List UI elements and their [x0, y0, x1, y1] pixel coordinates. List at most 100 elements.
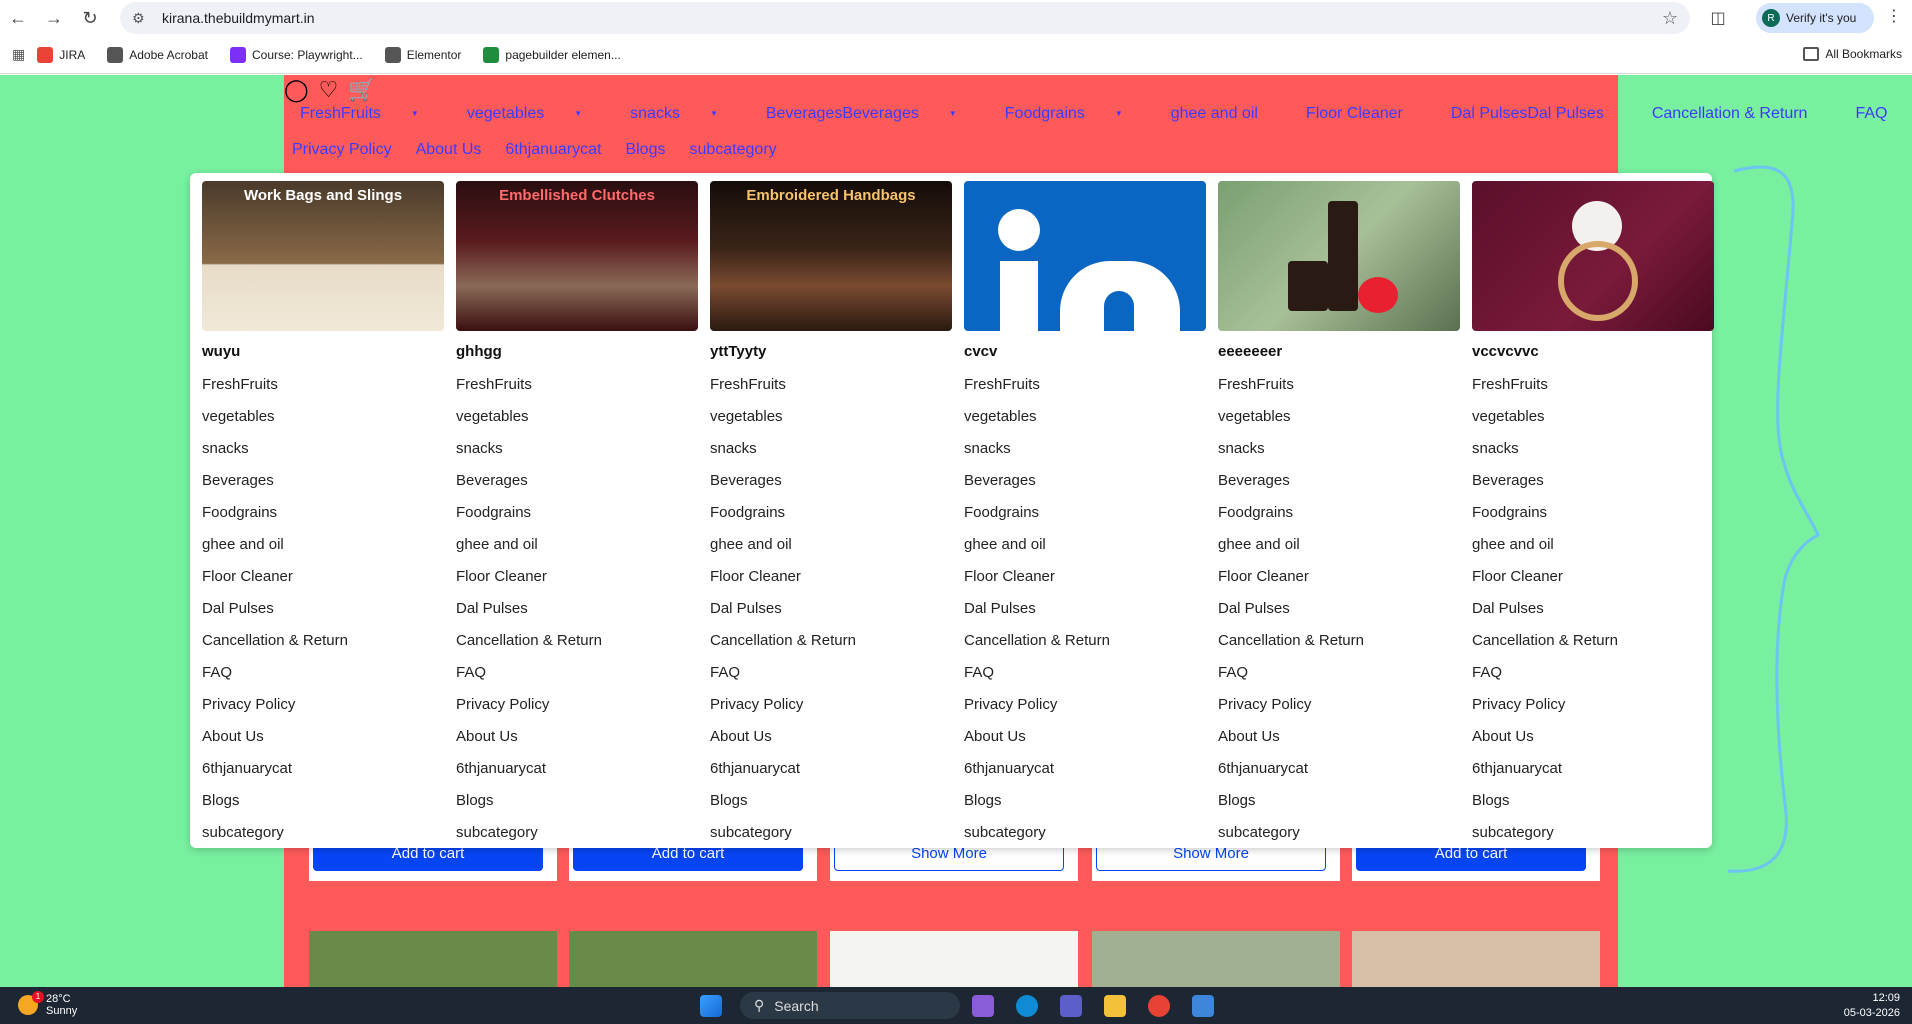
forward-icon[interactable]: → [36, 0, 72, 36]
mega-menu-item[interactable]: snacks [1472, 433, 1714, 465]
mega-menu-item[interactable]: Cancellation & Return [1472, 625, 1714, 657]
mega-menu-item[interactable]: Blogs [964, 785, 1206, 817]
mega-menu-item[interactable]: Cancellation & Return [964, 625, 1206, 657]
mega-menu-item[interactable]: snacks [202, 433, 444, 465]
mega-menu-item[interactable]: ghee and oil [1472, 529, 1714, 561]
system-clock[interactable]: 12:09 05-03-2026 [1844, 991, 1900, 1021]
mega-menu-item[interactable]: Privacy Policy [710, 689, 952, 721]
mega-menu-item[interactable]: Floor Cleaner [456, 561, 698, 593]
mega-menu-item[interactable]: vegetables [1218, 401, 1460, 433]
nav-link[interactable]: FreshFruits ▼ [300, 105, 443, 123]
mega-menu-item[interactable]: 6thjanuarycat [202, 753, 444, 785]
mega-menu-item[interactable]: Blogs [710, 785, 952, 817]
mega-menu-item[interactable]: ghee and oil [202, 529, 444, 561]
mega-menu-item[interactable]: Floor Cleaner [710, 561, 952, 593]
mega-menu-item[interactable]: Privacy Policy [456, 689, 698, 721]
mega-menu-item[interactable]: 6thjanuarycat [1218, 753, 1460, 785]
bookmark-item[interactable]: Elementor [384, 46, 461, 63]
category-image[interactable]: Work Bags and Slings [202, 181, 444, 331]
mega-menu-item[interactable]: 6thjanuarycat [456, 753, 698, 785]
mega-menu-item[interactable]: Dal Pulses [456, 593, 698, 625]
mega-menu-item[interactable]: Blogs [1472, 785, 1714, 817]
mega-menu-item[interactable]: Blogs [1218, 785, 1460, 817]
mega-menu-item[interactable]: Beverages [964, 465, 1206, 497]
mega-menu-item[interactable]: vegetables [964, 401, 1206, 433]
nav-link[interactable]: snacks ▼ [630, 105, 742, 123]
windows-start-icon[interactable] [700, 995, 722, 1017]
category-image[interactable] [1472, 181, 1714, 331]
heart-icon[interactable]: ♡ [319, 77, 339, 103]
notepad-icon[interactable] [1192, 995, 1214, 1017]
nav-link[interactable]: Foodgrains ▼ [1005, 105, 1147, 123]
mega-menu-item[interactable]: Floor Cleaner [202, 561, 444, 593]
mega-menu-item[interactable]: About Us [1472, 721, 1714, 753]
mega-menu-item[interactable]: ghee and oil [964, 529, 1206, 561]
apps-grid-icon[interactable]: ▦ [12, 46, 25, 63]
mega-menu-item[interactable]: Foodgrains [1218, 497, 1460, 529]
mega-menu-item[interactable]: Beverages [202, 465, 444, 497]
all-bookmarks-button[interactable]: All Bookmarks [1803, 47, 1902, 61]
extensions-icon[interactable]: ◫ [1706, 6, 1730, 30]
nav-link[interactable]: Dal PulsesDal Pulses [1451, 105, 1628, 123]
column-title[interactable]: vccvcvvc [1472, 343, 1714, 369]
nav-link[interactable]: FAQ [1855, 105, 1911, 123]
mega-menu-item[interactable]: vegetables [710, 401, 952, 433]
mega-menu-item[interactable]: Foodgrains [202, 497, 444, 529]
mega-menu-item[interactable]: Floor Cleaner [964, 561, 1206, 593]
product-image[interactable] [569, 931, 817, 987]
mega-menu-item[interactable]: Foodgrains [456, 497, 698, 529]
column-title[interactable]: ghhgg [456, 343, 698, 369]
site-settings-icon[interactable]: ⚙ [132, 10, 152, 27]
mega-menu-item[interactable]: Foodgrains [1472, 497, 1714, 529]
category-image[interactable]: Embellished Clutches [456, 181, 698, 331]
mega-menu-item[interactable]: Dal Pulses [710, 593, 952, 625]
column-title[interactable]: yttTyyty [710, 343, 952, 369]
copilot-icon[interactable] [972, 995, 994, 1017]
mega-menu-item[interactable]: About Us [710, 721, 952, 753]
mega-menu-item[interactable]: snacks [964, 433, 1206, 465]
mega-menu-item[interactable]: Privacy Policy [1218, 689, 1460, 721]
mega-menu-item[interactable]: snacks [1218, 433, 1460, 465]
column-title[interactable]: cvcv [964, 343, 1206, 369]
mega-menu-item[interactable]: FreshFruits [456, 369, 698, 401]
mega-menu-item[interactable]: Foodgrains [964, 497, 1206, 529]
reload-icon[interactable]: ↻ [72, 0, 108, 36]
nav-link[interactable]: Cancellation & Return [1652, 105, 1832, 123]
category-image[interactable] [964, 181, 1206, 331]
mega-menu-item[interactable]: 6thjanuarycat [710, 753, 952, 785]
nav-link[interactable]: 6thjanuarycat [505, 141, 601, 159]
mega-menu-item[interactable]: subcategory [1218, 817, 1460, 849]
mega-menu-item[interactable]: Cancellation & Return [710, 625, 952, 657]
mega-menu-item[interactable]: Privacy Policy [964, 689, 1206, 721]
mega-menu-item[interactable]: Floor Cleaner [1218, 561, 1460, 593]
mega-menu-item[interactable]: About Us [1218, 721, 1460, 753]
file-explorer-icon[interactable] [1104, 995, 1126, 1017]
mega-menu-item[interactable]: subcategory [964, 817, 1206, 849]
product-image[interactable] [830, 931, 1078, 987]
column-title[interactable]: eeeeeeer [1218, 343, 1460, 369]
nav-link[interactable]: Floor Cleaner [1306, 105, 1427, 123]
category-image[interactable] [1218, 181, 1460, 331]
bookmark-item[interactable]: Course: Playwright... [229, 46, 363, 63]
mega-menu-item[interactable]: vegetables [456, 401, 698, 433]
mega-menu-item[interactable]: FAQ [710, 657, 952, 689]
mega-menu-item[interactable]: FAQ [1472, 657, 1714, 689]
mega-menu-item[interactable]: vegetables [202, 401, 444, 433]
mega-menu-item[interactable]: Blogs [456, 785, 698, 817]
bookmark-star-icon[interactable]: ☆ [1662, 8, 1678, 29]
url-text[interactable]: kirana.thebuildmymart.in [162, 10, 315, 26]
bookmark-item[interactable]: Adobe Acrobat [107, 46, 208, 63]
mega-menu-item[interactable]: ghee and oil [1218, 529, 1460, 561]
edge-icon[interactable] [1016, 995, 1038, 1017]
user-icon[interactable]: ◯ [284, 77, 309, 103]
verify-button[interactable]: R Verify it's you [1756, 3, 1874, 33]
mega-menu-item[interactable]: Beverages [1472, 465, 1714, 497]
product-image[interactable] [309, 931, 557, 987]
mega-menu-item[interactable]: Dal Pulses [964, 593, 1206, 625]
bookmark-item[interactable]: pagebuilder elemen... [483, 46, 621, 63]
mega-menu-item[interactable]: ghee and oil [456, 529, 698, 561]
mega-menu-item[interactable]: FreshFruits [202, 369, 444, 401]
mega-menu-item[interactable]: Dal Pulses [1218, 593, 1460, 625]
mega-menu-item[interactable]: snacks [710, 433, 952, 465]
category-image[interactable]: Embroidered Handbags [710, 181, 952, 331]
